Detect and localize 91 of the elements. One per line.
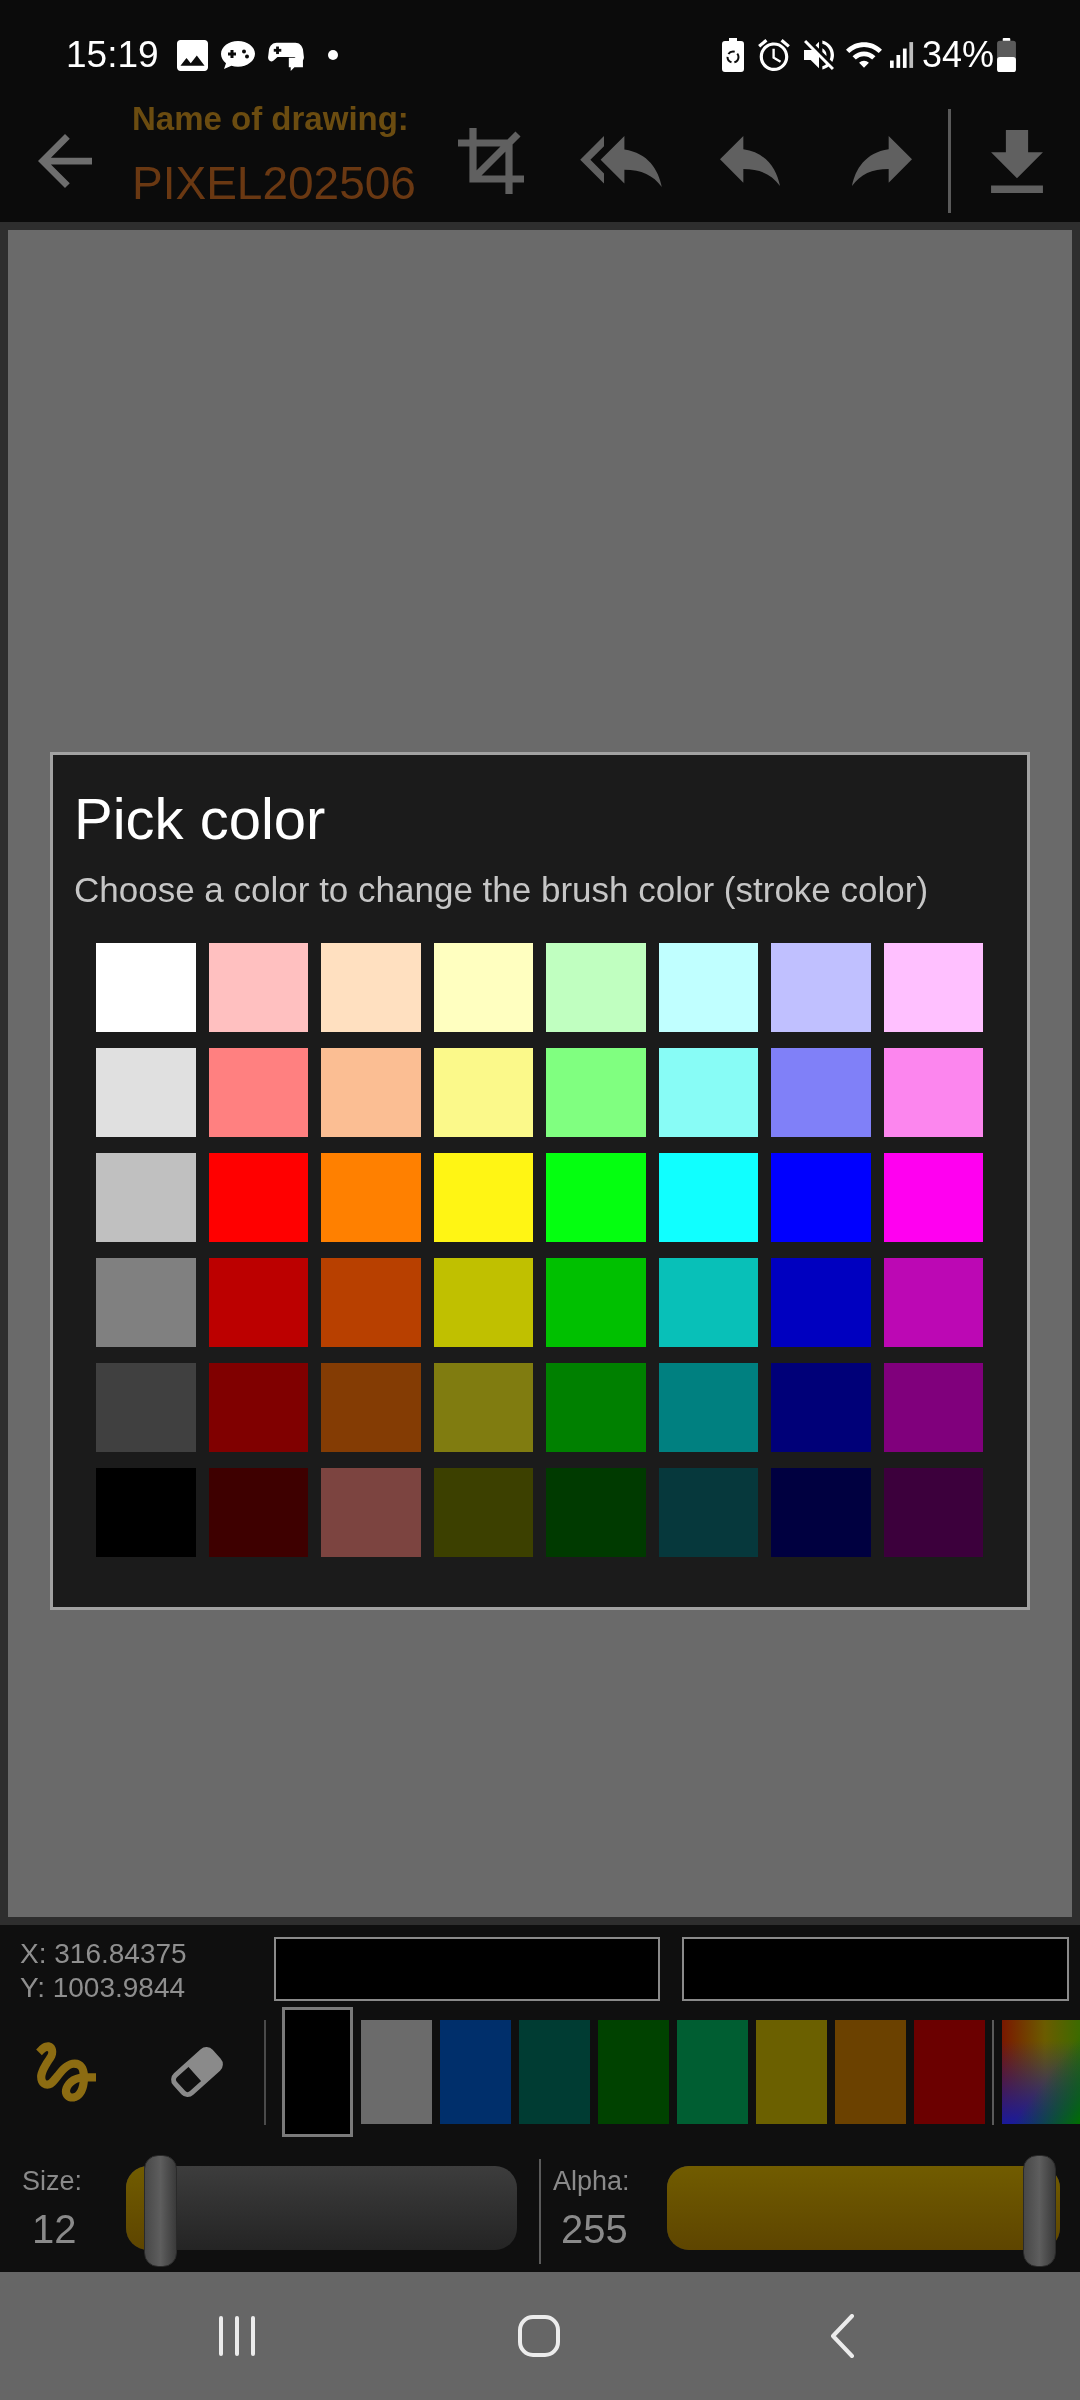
y-coordinate: Y: 1003.9844 [20,1971,186,2005]
color-swatch[interactable] [96,1153,196,1242]
color-swatch[interactable] [546,1153,646,1242]
undo-icon[interactable] [720,136,780,186]
color-swatch[interactable] [658,1363,758,1452]
color-swatch[interactable] [883,1048,983,1137]
color-swatch[interactable] [321,1153,421,1242]
color-swatch[interactable] [883,1258,983,1347]
color-swatch[interactable] [208,1153,308,1242]
color-swatch[interactable] [771,1258,871,1347]
color-swatch[interactable] [914,2020,985,2124]
dialog-title: Pick color [74,786,326,852]
color-swatch[interactable] [835,2020,906,2124]
color-swatch[interactable] [208,1258,308,1347]
color-swatch[interactable] [433,1048,533,1137]
color-swatch[interactable] [677,2020,748,2124]
clock-time: 15:19 [66,33,159,77]
drawing-canvas[interactable]: Pick color Choose a color to change the brush color (stroke color) [8,230,1072,1917]
undo-all-icon[interactable] [580,135,662,187]
color-swatch[interactable] [883,1153,983,1242]
color-swatch[interactable] [771,1048,871,1137]
alarm-icon [757,39,790,71]
slider-label: Size: [22,2165,83,2197]
squiggle-brush-icon[interactable] [36,2042,96,2102]
color-swatch[interactable] [658,1468,758,1557]
color-swatch[interactable] [771,943,871,1032]
color-swatch[interactable] [96,1048,196,1137]
color-swatch[interactable] [546,1468,646,1557]
color-swatch[interactable] [771,1153,871,1242]
color-swatch[interactable] [658,943,758,1032]
color-swatch[interactable] [96,1468,196,1557]
color-swatch[interactable] [440,2020,511,2124]
slider-thumb[interactable] [143,2155,177,2267]
color-swatch[interactable] [433,1468,533,1557]
color-swatch[interactable] [546,1048,646,1137]
slider-label: Alpha: [553,2165,630,2197]
color-swatch[interactable] [519,2020,590,2124]
recent-apps-icon[interactable] [218,2316,256,2356]
back-icon[interactable] [830,2314,855,2358]
color-swatch[interactable] [361,2020,432,2124]
color-swatch[interactable] [433,1258,533,1347]
color-swatch[interactable] [433,943,533,1032]
signal-icon [889,42,914,68]
color-swatch[interactable] [598,2020,669,2124]
back-arrow-icon[interactable] [38,134,92,188]
color-swatch[interactable] [208,1363,308,1452]
color-swatch[interactable] [658,1153,758,1242]
color-swatch[interactable] [771,1363,871,1452]
gallery-icon [176,39,208,71]
battery-percent: 34% [921,33,994,77]
color-swatch[interactable] [282,2007,353,2137]
wifi-icon [845,42,882,68]
color-swatch[interactable] [321,943,421,1032]
gamepad-bubble-icon [219,40,256,70]
color-swatch[interactable] [96,943,196,1032]
color-swatch[interactable] [771,1468,871,1557]
color-swatch[interactable] [756,2020,827,2124]
color-swatch[interactable] [208,1048,308,1137]
crop-icon[interactable] [455,125,527,197]
color-swatch[interactable] [883,1363,983,1452]
x-coordinate: X: 316.84375 [20,1937,187,1971]
color-swatch[interactable] [208,943,308,1032]
mute-icon [803,40,834,70]
color-swatch[interactable] [321,1258,421,1347]
battery-icon [997,38,1016,72]
color-swatch[interactable] [321,1048,421,1137]
drawing-name-label: Name of drawing: [132,100,409,138]
color-swatch[interactable] [658,1048,758,1137]
download-icon[interactable] [991,129,1043,193]
home-icon[interactable] [518,2315,560,2357]
color-swatch[interactable] [546,1258,646,1347]
color-swatch[interactable] [433,1153,533,1242]
color-swatch[interactable] [658,1258,758,1347]
redo-icon[interactable] [852,136,912,186]
slider-value: 255 [560,2207,628,2251]
slider-value: 12 [31,2207,77,2251]
dialog-message: Choose a color to change the brush color (stroke color) [74,869,929,911]
color-swatch[interactable] [433,1363,533,1452]
color-swatch[interactable] [321,1468,421,1557]
color-swatch[interactable] [208,1468,308,1557]
slider[interactable] [126,2155,517,2267]
color-swatch[interactable] [883,943,983,1032]
color-swatch[interactable] [96,1258,196,1347]
slider-thumb[interactable] [1023,2155,1056,2267]
color-swatch[interactable] [321,1363,421,1452]
slider[interactable] [667,2155,1060,2267]
color-swatch[interactable] [546,943,646,1032]
battery-recycle-icon [721,38,744,72]
color-swatch[interactable] [546,1363,646,1452]
color-swatch[interactable] [96,1363,196,1452]
color-swatch[interactable] [883,1468,983,1557]
